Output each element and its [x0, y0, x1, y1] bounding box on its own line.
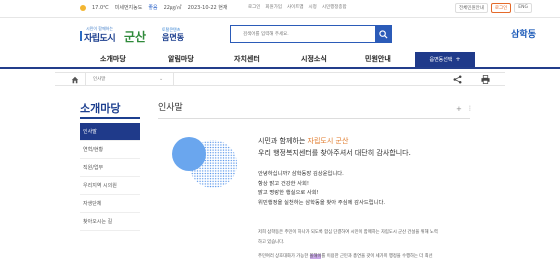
- nav-divider: [0, 67, 560, 69]
- breadcrumb: 인사말 ⌄: [55, 72, 505, 86]
- logo-gunsan: 군산: [124, 30, 147, 44]
- sidebar-item-staff[interactable]: 직원/업무: [80, 159, 140, 177]
- air-quality-label: 미세먼지농도: [114, 5, 143, 11]
- site-logo[interactable]: 시민이 함께하는 자립도시 군산 토탈콘텐츠 음면동: [80, 26, 200, 46]
- main-nav: 소개마당 알림마당 자치센터 시정소식 민원안내: [0, 52, 560, 67]
- message-line: 안녕하십니까? 삼학동장 김상윤입니다.: [258, 171, 344, 177]
- weather-temp: 17.0℃: [92, 4, 109, 11]
- sidebar-title: 소개마당: [80, 102, 121, 115]
- message-line: 위민행정을 실천하는 삼학동을 찾아 주심에 감사드립니다.: [258, 199, 386, 206]
- util-link-cityhall[interactable]: 시청: [309, 4, 317, 10]
- decorative-circles: [172, 137, 237, 188]
- sidebar-item-council[interactable]: 우리지역 시의원: [80, 177, 140, 195]
- search-input[interactable]: [231, 26, 375, 42]
- menu-dots-icon[interactable]: ⋮: [467, 105, 473, 112]
- nav-item-civil[interactable]: 민원안내: [365, 54, 391, 64]
- util-link-login[interactable]: 로그인: [248, 4, 260, 10]
- greeting-line-2: 우리 행정복지센터를 찾아주셔서 대단히 감사합니다.: [258, 149, 411, 157]
- sidebar-menu: 인사말 연혁/현황 직원/업무 우리지역 시의원 자생단체 찾아오시는 길: [80, 123, 140, 231]
- expand-icon[interactable]: +: [456, 105, 462, 113]
- body-text: 저희 삼학동은 주민이 하나가 되도록 합심 단결하여 시민이 함께하는 자립도…: [258, 228, 463, 262]
- nav-item-autonomy[interactable]: 자치센터: [234, 54, 260, 64]
- logo-city: 자립도시: [84, 34, 116, 44]
- greeting-prefix: 시민과 함께하는: [258, 137, 308, 145]
- weather-info: 17.0℃ 미세먼지농도 좋음 22㎍/㎥ 2023-10-22 현재: [80, 4, 227, 11]
- plus-icon: +: [455, 56, 461, 63]
- utility-bar: 17.0℃ 미세먼지농도 좋음 22㎍/㎥ 2023-10-22 현재 로그인 …: [0, 0, 560, 18]
- nav-item-notice[interactable]: 알림마당: [168, 54, 194, 64]
- nav-item-intro[interactable]: 소개마당: [100, 54, 126, 64]
- sidebar-rule: [80, 117, 140, 119]
- logo-town: 음면동: [162, 33, 185, 42]
- town-select-label: 읍면동선택: [429, 57, 453, 63]
- utility-links: 로그인 회원가입 사이트맵 시청 시민행정종합: [248, 4, 347, 10]
- sidebar-item-history[interactable]: 연혁/현황: [80, 141, 140, 159]
- breadcrumb-separator: [85, 73, 86, 86]
- chevron-down-icon[interactable]: ⌄: [159, 76, 163, 82]
- search-icon: [378, 29, 388, 39]
- body-segment: 주민여러 상호대화가 가능한: [258, 254, 310, 259]
- util-link-signup[interactable]: 회원가입: [265, 4, 282, 10]
- body-line: 하고 있습니다.: [258, 240, 285, 245]
- message-line: 밝고 명랑한 행실으로 사회!: [258, 190, 319, 196]
- share-icon[interactable]: [453, 75, 462, 84]
- air-quality-status: 좋음: [148, 5, 158, 11]
- town-name: 삼학동: [511, 30, 536, 40]
- search-button[interactable]: [375, 26, 391, 42]
- body-segment: 를 이용한 근민과 총연을 갖이 세가미 행정을 수행하는 더 최선: [321, 254, 433, 259]
- body-line: 주민여러 상호대화가 가능한 올해이를 이용한 근민과 총연을 갖이 세가미 행…: [258, 252, 463, 262]
- util-link-sitemap[interactable]: 사이트맵: [287, 4, 304, 10]
- greeting-message: 안녕하십니까? 삼학동장 김상윤입니다. 항상 밝고 건강한 사회! 밝고 명랑…: [258, 170, 385, 208]
- login-button[interactable]: 로그인: [490, 3, 512, 13]
- nav-item-news[interactable]: 시정소식: [301, 54, 327, 64]
- logo-bar: [80, 31, 82, 41]
- utility-buttons: 전체민원안내 로그인 ENG: [455, 3, 532, 13]
- search-box: [230, 25, 392, 43]
- breadcrumb-separator: [173, 73, 174, 86]
- print-icon[interactable]: [481, 75, 490, 84]
- body-highlight: 올해이: [309, 254, 322, 259]
- current-date: 2023-10-22 현재: [187, 5, 228, 11]
- content-rule: [158, 118, 470, 119]
- greeting-line-1: 시민과 함께하는 자립도시 군산: [258, 136, 348, 146]
- home-icon[interactable]: [71, 76, 79, 84]
- english-button[interactable]: ENG: [514, 3, 532, 13]
- page-title: 인사말: [158, 103, 183, 113]
- town-select-button[interactable]: 읍면동선택 +: [415, 52, 475, 67]
- greeting-highlight: 자립도시 군산: [307, 137, 349, 145]
- message-line: 항상 밝고 건강한 사회!: [258, 180, 310, 187]
- util-link-admin[interactable]: 시민행정종합: [322, 4, 347, 10]
- all-news-button[interactable]: 전체민원안내: [455, 3, 488, 13]
- sidebar-item-groups[interactable]: 자생단체: [80, 195, 140, 213]
- body-line: 저희 삼학동은 주민이 하나가 되도록 합심 단결하여 시민이 함께하는 자립도…: [258, 230, 438, 235]
- sidebar-item-greeting[interactable]: 인사말: [80, 123, 140, 141]
- breadcrumb-current[interactable]: 인사말: [93, 76, 105, 82]
- air-quality-value: 22㎍/㎥: [163, 5, 182, 11]
- sidebar-item-directions[interactable]: 찾아오시는 길: [80, 213, 140, 231]
- sun-icon: [80, 4, 86, 11]
